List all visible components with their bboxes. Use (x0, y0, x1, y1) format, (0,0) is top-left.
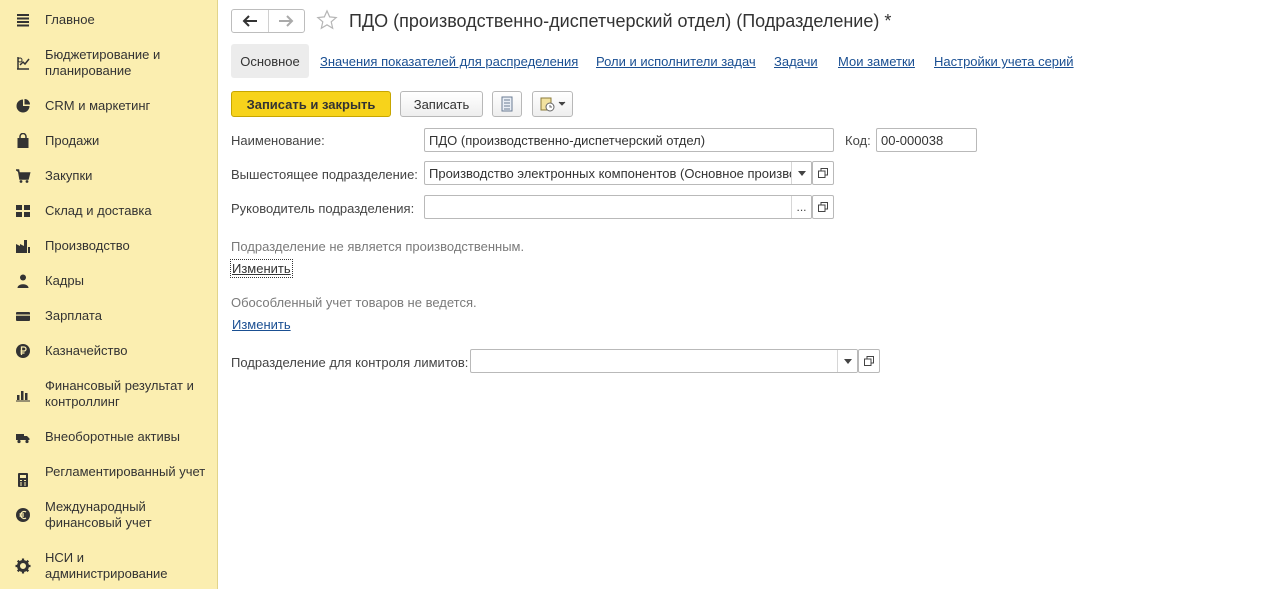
forward-button[interactable] (267, 10, 305, 32)
clipboard-clock-icon (540, 97, 555, 112)
sidebar-item[interactable]: Финансовый результат и контроллинг (0, 377, 218, 411)
report-button[interactable] (492, 91, 522, 117)
person-icon (15, 273, 31, 289)
open-window-icon (818, 202, 828, 212)
gear-icon (15, 558, 31, 574)
wallet-icon (15, 308, 31, 324)
arrow-left-icon (242, 15, 257, 27)
nav-buttons (231, 9, 305, 33)
sidebar-item-label: Международный финансовый учет (45, 499, 152, 530)
save-and-close-button[interactable]: Записать и закрыть (231, 91, 391, 117)
sidebar-item-label: Кадры (45, 273, 84, 288)
sidebar-item-label: Бюджетирование и планирование (45, 47, 161, 78)
sidebar-item-label: Производство (45, 238, 130, 253)
parent-department-dropdown-button[interactable] (791, 162, 811, 184)
sidebar: Главное Бюджетирование и планирование CRM … (0, 0, 218, 589)
sidebar-item[interactable]: Зарплата (0, 307, 218, 325)
sidebar-item[interactable]: Казначейство (0, 342, 218, 360)
sidebar-item[interactable]: Производство (0, 237, 218, 255)
sidebar-item-label: Финансовый результат и контроллинг (45, 378, 194, 409)
euro-coin-icon (15, 507, 31, 523)
open-window-icon (864, 356, 874, 366)
arrow-right-icon (279, 15, 294, 27)
change-separate-accounting-link[interactable]: Изменить (232, 317, 291, 332)
sidebar-item[interactable]: Кадры (0, 272, 218, 290)
sidebar-item[interactable]: Внеоборотные активы (0, 428, 218, 446)
production-status-text: Подразделение не является производственн… (231, 239, 525, 254)
sidebar-item-label: Склад и доставка (45, 203, 152, 218)
menu-lines-icon (15, 12, 31, 28)
limits-control-open-button[interactable] (858, 349, 880, 373)
tab-series-settings[interactable]: Настройки учета серий (934, 54, 1074, 69)
shopping-cart-icon (15, 168, 31, 184)
limits-control-field[interactable] (470, 349, 858, 373)
pie-chart-icon (15, 98, 31, 114)
back-button[interactable] (232, 10, 268, 32)
sidebar-item[interactable]: Склад и доставка (0, 202, 218, 220)
name-label: Наименование: (231, 133, 325, 148)
page-title: ПДО (производственно-диспетчерский отдел… (349, 11, 892, 31)
separate-accounting-text: Обособленный учет товаров не ведется. (231, 295, 477, 310)
code-field[interactable]: 00-000038 (876, 128, 977, 152)
sidebar-item-label: Главное (45, 12, 95, 27)
sidebar-item-label: Казначейство (45, 343, 128, 358)
chevron-down-icon (558, 101, 566, 106)
sidebar-item[interactable]: Продажи (0, 132, 218, 150)
sidebar-item[interactable]: Международный финансовый учет (0, 498, 218, 532)
chevron-down-icon (797, 170, 806, 176)
sidebar-item-label: НСИ и администрирование (45, 550, 168, 581)
sidebar-item[interactable]: НСИ и администрирование (0, 549, 218, 583)
sidebar-item-label: Регламентированный учет (45, 464, 206, 479)
ruble-coin-icon (15, 343, 31, 359)
sidebar-item-label: Закупки (45, 168, 93, 183)
parent-department-open-button[interactable] (812, 161, 834, 185)
tab-indicator-values[interactable]: Значения показателей для распределения (320, 54, 578, 69)
sidebar-item[interactable]: Закупки (0, 167, 218, 185)
limits-control-label: Подразделение для контроля лимитов: (231, 355, 469, 370)
warehouse-grid-icon (15, 203, 31, 219)
head-of-department-label: Руководитель подразделения: (231, 201, 415, 216)
parent-department-label: Вышестоящее подразделение: (231, 167, 418, 182)
bar-chart-icon (15, 386, 31, 402)
sidebar-item-label: Продажи (45, 133, 100, 148)
calculator-icon (15, 472, 31, 488)
code-label: Код: (845, 133, 871, 148)
head-of-department-open-button[interactable] (812, 195, 834, 219)
budget-chart-icon (15, 55, 31, 71)
name-field[interactable]: ПДО (производственно-диспетчерский отдел… (424, 128, 834, 152)
factory-icon (15, 238, 31, 254)
create-based-on-button[interactable] (532, 91, 573, 117)
sidebar-item-label: Внеоборотные активы (45, 429, 181, 444)
tab-my-notes[interactable]: Мои заметки (838, 54, 915, 69)
sidebar-item-label: CRM и маркетинг (45, 98, 151, 113)
save-button[interactable]: Записать (400, 91, 483, 117)
truck-icon (15, 429, 31, 445)
parent-department-value: Производство электронных компонентов (Ос… (429, 166, 812, 181)
limits-control-dropdown-button[interactable] (837, 350, 857, 372)
shopping-bag-icon (15, 133, 31, 149)
open-window-icon (818, 168, 828, 178)
tab-tasks[interactable]: Задачи (774, 54, 818, 69)
head-of-department-select-button[interactable]: ... (791, 196, 811, 218)
chevron-down-icon (843, 358, 852, 364)
head-of-department-field[interactable]: ... (424, 195, 812, 219)
change-production-link[interactable]: Изменить (230, 259, 293, 278)
sidebar-item-label: Зарплата (45, 308, 102, 323)
document-list-icon (501, 96, 513, 112)
parent-department-field[interactable]: Производство электронных компонентов (Ос… (424, 161, 812, 185)
favorite-star-icon[interactable] (316, 9, 338, 31)
tab-main[interactable]: Основное (231, 44, 309, 78)
sidebar-item[interactable]: Главное (0, 11, 218, 29)
sidebar-item[interactable]: CRM и маркетинг (0, 97, 218, 115)
sidebar-item[interactable]: Бюджетирование и планирование (0, 46, 218, 80)
tab-roles-executors[interactable]: Роли и исполнители задач (596, 54, 756, 69)
sidebar-item[interactable]: Регламентированный учет (0, 463, 218, 497)
